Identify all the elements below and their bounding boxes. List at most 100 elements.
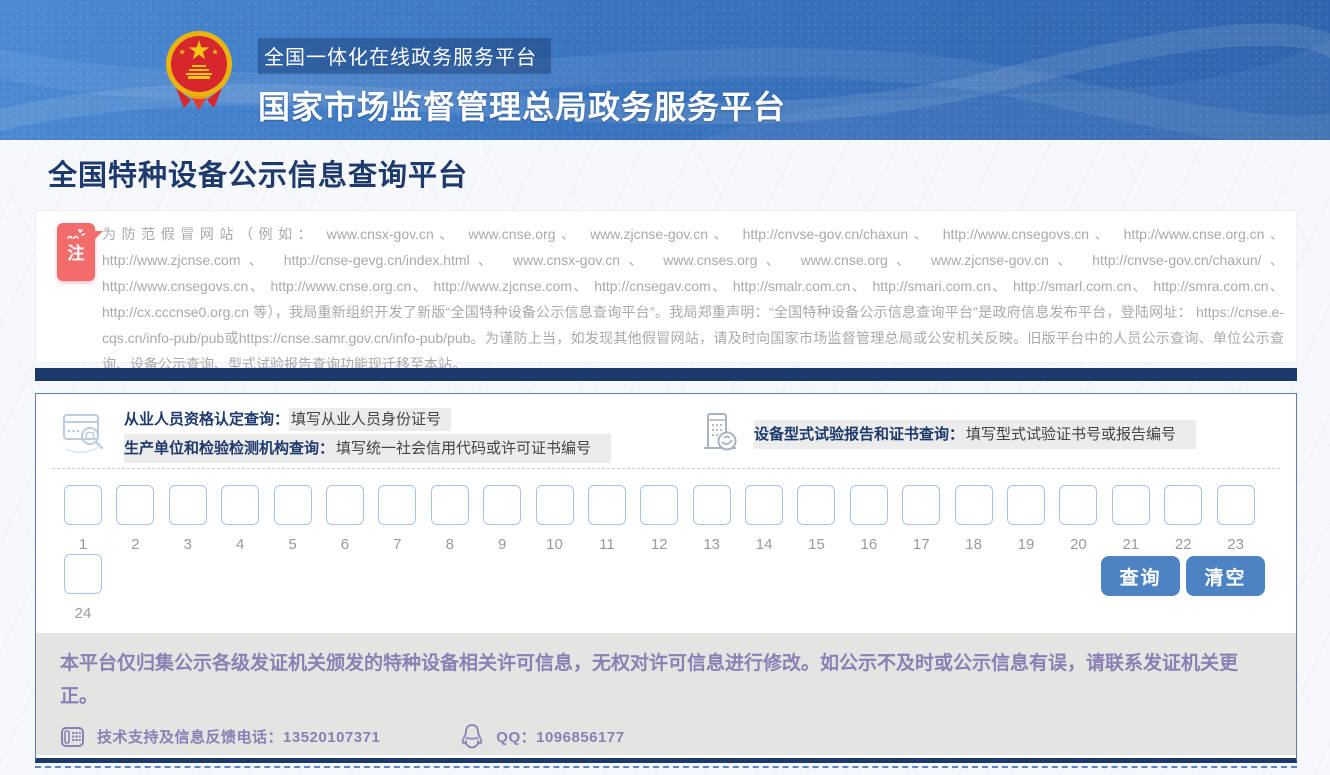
code-input-box[interactable] xyxy=(1164,485,1202,525)
code-box-number: 13 xyxy=(703,536,720,553)
qq-contact: QQ：1096856177 xyxy=(496,726,624,747)
unit-query-line: 生产单位和检验检测机构查询：填写统一社会信用代码或许可证书编号 xyxy=(124,434,611,463)
code-box-number: 18 xyxy=(965,536,982,553)
notice-badge: 注 xyxy=(57,223,95,281)
code-input-box[interactable] xyxy=(536,485,574,525)
notice-badge-label: 注 xyxy=(57,244,95,264)
code-cell: 20 xyxy=(1059,485,1097,554)
device-query-hint: 填写型式试验证书号或报告编号 xyxy=(964,423,1186,446)
code-box-number: 2 xyxy=(131,536,139,553)
code-box-number: 17 xyxy=(913,536,930,553)
code-input-box[interactable] xyxy=(955,485,993,525)
code-cell: 17 xyxy=(902,485,940,554)
platform-title: 国家市场监督管理总局政务服务平台 xyxy=(258,82,786,128)
phone-contact: 技术支持及信息反馈电话：13520107371 xyxy=(97,726,380,747)
code-box-number: 7 xyxy=(393,536,401,553)
code-input-box[interactable] xyxy=(221,485,259,525)
code-input-box[interactable] xyxy=(850,485,888,525)
code-box-number: 10 xyxy=(546,536,563,553)
building-search-icon xyxy=(700,410,740,459)
certificate-search-icon xyxy=(60,409,110,460)
code-box-number: 5 xyxy=(288,536,296,553)
code-box-number: 23 xyxy=(1227,536,1244,553)
code-input-box[interactable] xyxy=(693,485,731,525)
code-cell: 8 xyxy=(431,485,469,554)
person-query-block: 从业人员资格认定查询：填写从业人员身份证号 生产单位和检验检测机构查询：填写统一… xyxy=(60,405,611,463)
fax-icon xyxy=(60,724,85,749)
code-input-box[interactable] xyxy=(797,485,835,525)
clear-button[interactable]: 清空 xyxy=(1186,556,1265,596)
notice-text: 为防范假冒网站（例如： www.cnsx-gov.cn、 www.cnse.or… xyxy=(102,221,1284,377)
code-box-number: 19 xyxy=(1018,536,1035,553)
code-input-box[interactable] xyxy=(1059,485,1097,525)
person-query-line: 从业人员资格认定查询：填写从业人员身份证号 xyxy=(124,405,611,434)
code-input-box[interactable] xyxy=(431,485,469,525)
code-input-box[interactable] xyxy=(1007,485,1045,525)
code-cell: 7 xyxy=(378,485,416,554)
person-query-label: 从业人员资格认定查询： xyxy=(124,411,289,428)
code-cell: 23 xyxy=(1217,485,1255,554)
code-input-box[interactable] xyxy=(902,485,940,525)
code-input-box[interactable] xyxy=(64,554,102,594)
code-box-number: 3 xyxy=(184,536,192,553)
code-cell: 4 xyxy=(221,485,259,554)
code-cell: 10 xyxy=(536,485,574,554)
dashed-divider xyxy=(52,468,1280,469)
header-titles: 全国一体化在线政务服务平台 国家市场监督管理总局政务服务平台 xyxy=(258,38,786,128)
code-input-box[interactable] xyxy=(1217,485,1255,525)
code-box-number: 1 xyxy=(79,536,87,553)
query-panel: 从业人员资格认定查询：填写从业人员身份证号 生产单位和检验检测机构查询：填写统一… xyxy=(35,393,1297,763)
code-cell: 3 xyxy=(169,485,207,554)
code-cell: 14 xyxy=(745,485,783,554)
code-box-number: 24 xyxy=(75,605,92,622)
disclaimer-text: 本平台仅归集公示各级发证机关颁发的特种设备相关许可信息，无权对许可信息进行修改。… xyxy=(60,647,1265,713)
code-cell: 24 xyxy=(64,554,102,623)
code-cell: 19 xyxy=(1007,485,1045,554)
qq-label: QQ： xyxy=(496,729,536,746)
action-buttons: 查询 清空 xyxy=(1101,556,1265,596)
search-button[interactable]: 查询 xyxy=(1101,556,1180,596)
code-box-number: 22 xyxy=(1175,536,1192,553)
code-box-number: 12 xyxy=(651,536,668,553)
code-box-number: 14 xyxy=(756,536,773,553)
code-input-box[interactable] xyxy=(483,485,521,525)
code-input-box[interactable] xyxy=(326,485,364,525)
device-query-label: 设备型式试验报告和证书查询： xyxy=(754,426,964,443)
code-cell: 18 xyxy=(955,485,993,554)
national-emblem xyxy=(164,30,234,112)
code-input-box[interactable] xyxy=(378,485,416,525)
code-input-box[interactable] xyxy=(64,485,102,525)
phone-label: 技术支持及信息反馈电话： xyxy=(97,729,283,746)
code-box-number: 16 xyxy=(861,536,878,553)
qq-icon xyxy=(460,723,484,750)
code-input-box[interactable] xyxy=(1112,485,1150,525)
code-cell: 16 xyxy=(850,485,888,554)
code-input-box[interactable] xyxy=(745,485,783,525)
code-cell: 9 xyxy=(483,485,521,554)
code-cell: 2 xyxy=(116,485,154,554)
code-cell: 11 xyxy=(588,485,626,554)
code-input-box[interactable] xyxy=(169,485,207,525)
page-title: 全国特种设备公示信息查询平台 xyxy=(48,152,468,194)
code-input-box[interactable] xyxy=(274,485,312,525)
person-query-hint: 填写从业人员身份证号 xyxy=(289,408,451,431)
code-input-box[interactable] xyxy=(640,485,678,525)
grimace-face-icon xyxy=(65,229,87,244)
code-input-box[interactable] xyxy=(588,485,626,525)
code-cell: 12 xyxy=(640,485,678,554)
platform-subtitle: 全国一体化在线政务服务平台 xyxy=(258,38,551,74)
site-header: 全国一体化在线政务服务平台 国家市场监督管理总局政务服务平台 xyxy=(0,0,1330,140)
code-box-number: 6 xyxy=(341,536,349,553)
code-input-box[interactable] xyxy=(116,485,154,525)
unit-query-hint: 填写统一社会信用代码或许可证书编号 xyxy=(334,437,601,460)
unit-query-label: 生产单位和检验检测机构查询： xyxy=(124,440,334,457)
code-box-number: 20 xyxy=(1070,536,1087,553)
device-query-block: 设备型式试验报告和证书查询：填写型式试验证书号或报告编号 xyxy=(700,410,1196,459)
code-box-grid: 123456789101112131415161718192021222324 xyxy=(64,485,1256,623)
code-box-number: 21 xyxy=(1122,536,1139,553)
qq-number: 1096856177 xyxy=(536,729,624,746)
notice-box: 注 为防范假冒网站（例如： www.cnsx-gov.cn、 www.cnse.… xyxy=(35,210,1297,363)
person-query-hints: 从业人员资格认定查询：填写从业人员身份证号 生产单位和检验检测机构查询：填写统一… xyxy=(124,405,611,463)
code-box-number: 15 xyxy=(808,536,825,553)
device-query-line: 设备型式试验报告和证书查询：填写型式试验证书号或报告编号 xyxy=(754,420,1196,449)
